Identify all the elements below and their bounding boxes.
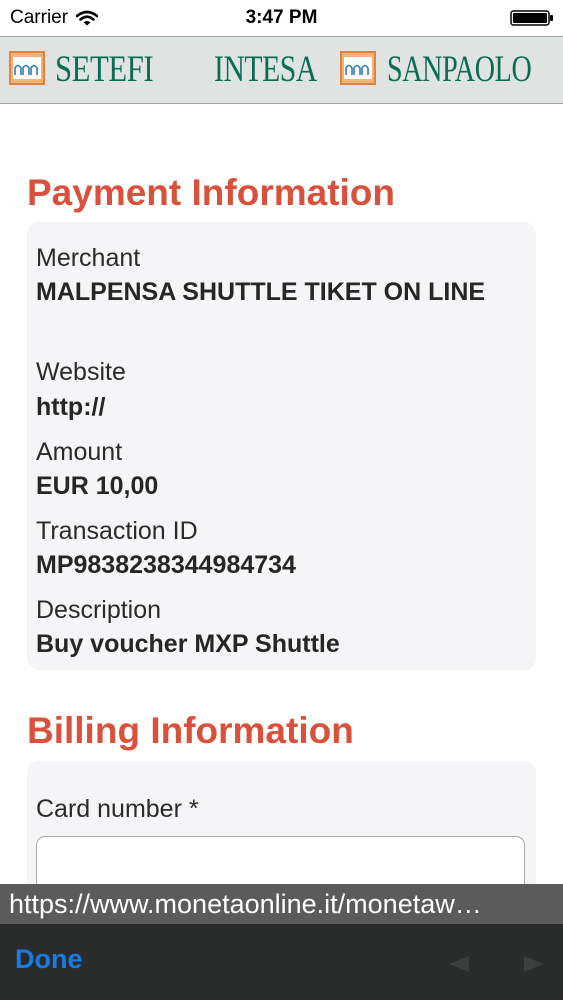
done-button[interactable]: Done bbox=[15, 944, 83, 975]
battery-icon bbox=[510, 10, 553, 26]
setefi-logo-text: SETEFI bbox=[55, 49, 154, 90]
arches-logo-icon bbox=[9, 51, 45, 85]
url-bar: https://www.monetaonline.it/monetaw… bbox=[0, 884, 563, 924]
payment-info-title: Payment Information bbox=[27, 172, 395, 213]
status-bar: Carrier 3:47 PM bbox=[0, 0, 563, 36]
merchant-value: MALPENSA SHUTTLE TIKET ON LINE bbox=[36, 278, 486, 306]
amount-label: Amount bbox=[36, 438, 123, 466]
website-label: Website bbox=[36, 358, 126, 386]
bottom-toolbar: Done bbox=[0, 924, 563, 1000]
sanpaolo-logo-text: SANPAOLO bbox=[387, 49, 532, 90]
merchant-label: Merchant bbox=[36, 244, 141, 272]
website-value: http:// bbox=[36, 393, 106, 421]
forward-arrow-icon[interactable] bbox=[522, 955, 546, 973]
description-label: Description bbox=[36, 596, 162, 624]
amount-value: EUR 10,00 bbox=[36, 472, 159, 500]
transaction-id-label: Transaction ID bbox=[36, 517, 198, 545]
transaction-id-value: MP9838238344984734 bbox=[36, 551, 296, 579]
description-value: Buy voucher MXP Shuttle bbox=[36, 630, 340, 658]
status-time: 3:47 PM bbox=[245, 7, 318, 28]
billing-info-title: Billing Information bbox=[27, 710, 354, 751]
intesa-logo-text: INTESA bbox=[214, 49, 317, 90]
card-number-label: Card number * bbox=[36, 795, 199, 823]
back-arrow-icon[interactable] bbox=[447, 955, 471, 973]
payment-info-panel: Merchant MALPENSA SHUTTLE TIKET ON LINE … bbox=[27, 222, 536, 670]
arches-logo-icon bbox=[340, 51, 376, 85]
logo-banner: SETEFI INTESA SANPAOLO bbox=[0, 36, 563, 104]
